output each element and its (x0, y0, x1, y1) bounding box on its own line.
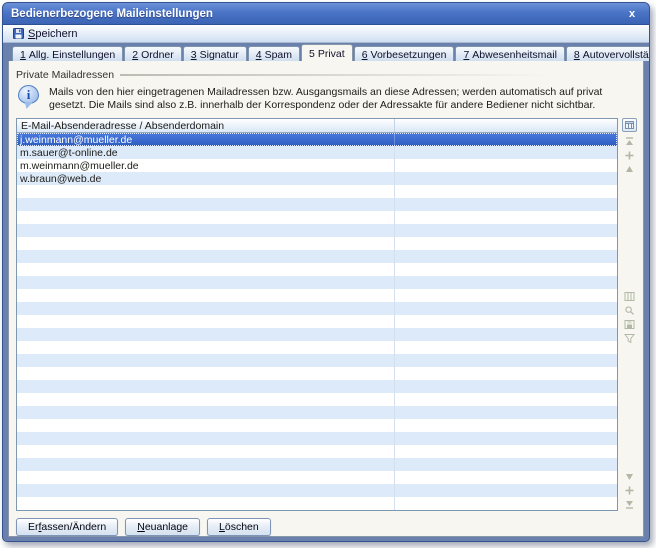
table-row-empty[interactable] (17, 354, 617, 367)
column-options-grid-icon (625, 121, 634, 129)
columns-grid-icon[interactable] (624, 292, 635, 301)
table-row[interactable]: j.weinmann@mueller.de (17, 133, 617, 146)
toolbar: Speichern (3, 25, 649, 43)
tab-signatur[interactable]: 3Signatur (183, 46, 247, 61)
save-button[interactable]: Speichern (9, 27, 82, 41)
group-header: Private Mailadressen (16, 68, 637, 81)
table-header-row[interactable]: E-Mail-Absenderadresse / Absenderdomain (17, 119, 617, 133)
table-row-empty[interactable] (17, 224, 617, 237)
tab-panel-privat: Private Mailadressen i Mails von den hie… (8, 61, 644, 537)
table-row-empty[interactable] (17, 432, 617, 445)
dialog-window: Bedienerbezogene Maileinstellungen x Spe… (2, 2, 650, 542)
table-row-empty[interactable] (17, 458, 617, 471)
info-text: Mails von den hier eingetragenen Mailadr… (49, 85, 602, 112)
table-row-empty[interactable] (17, 328, 617, 341)
group-title: Private Mailadressen (16, 69, 114, 81)
column-header-empty (395, 119, 617, 132)
table-row[interactable]: m.weinmann@mueller.de (17, 159, 617, 172)
table-row-empty[interactable] (17, 289, 617, 302)
erfassen-aendern-button[interactable]: Erfassen/Ändern (16, 518, 118, 536)
table-zone: E-Mail-Absenderadresse / Absenderdomain … (16, 118, 639, 511)
tab-allg-einstellungen[interactable]: 1Allg. Einstellungen (12, 46, 123, 61)
table-row-empty[interactable] (17, 471, 617, 484)
info-line-1: Mails von den hier eingetragenen Mailadr… (49, 86, 602, 99)
table-row-empty[interactable] (17, 198, 617, 211)
tab-autovervollstaendigung[interactable]: 8Autovervollständigung (566, 46, 650, 61)
table-row-empty[interactable] (17, 211, 617, 224)
table-row-empty[interactable] (17, 367, 617, 380)
table-row-empty[interactable] (17, 497, 617, 510)
table-row[interactable]: m.sauer@t-online.de (17, 146, 617, 159)
column-options-button[interactable] (622, 118, 637, 132)
group-divider (120, 74, 550, 76)
table-row-empty[interactable] (17, 185, 617, 198)
tab-abwesenheitsmail[interactable]: 7Abwesenheitsmail (455, 46, 564, 61)
search-icon[interactable] (624, 306, 635, 315)
tab-spam[interactable]: 4Spam (248, 46, 300, 61)
save-list-icon[interactable] (624, 320, 635, 329)
table-row-empty[interactable] (17, 406, 617, 419)
table-row-empty[interactable] (17, 341, 617, 354)
table-row-empty[interactable] (17, 445, 617, 458)
table-row-empty[interactable] (17, 302, 617, 315)
email-table: E-Mail-Absenderadresse / Absenderdomain … (16, 118, 618, 511)
table-row-empty[interactable] (17, 237, 617, 250)
table-row-empty[interactable] (17, 315, 617, 328)
table-row-empty[interactable] (17, 393, 617, 406)
tab-bar: 1Allg. Einstellungen 2Ordner 3Signatur 4… (3, 43, 649, 61)
info-section: i Mails von den hier eingetragenen Maila… (18, 85, 637, 112)
table-row-empty[interactable] (17, 250, 617, 263)
close-icon[interactable]: x (623, 8, 641, 20)
tab-privat[interactable]: 5Privat (301, 44, 353, 61)
save-icon (13, 28, 24, 39)
filter-icon[interactable] (624, 334, 635, 343)
tab-ordner[interactable]: 2Ordner (124, 46, 182, 61)
title-bar: Bedienerbezogene Maileinstellungen x (3, 3, 649, 25)
info-line-2: gesetzt. Die Mails sind also z.B. innerh… (49, 99, 602, 112)
table-row-empty[interactable] (17, 484, 617, 497)
add-row-icon[interactable] (624, 151, 635, 160)
column-header-email[interactable]: E-Mail-Absenderadresse / Absenderdomain (17, 119, 395, 132)
neuanlage-button[interactable]: Neuanlage (125, 518, 200, 536)
action-buttons: Erfassen/Ändern Neuanlage Löschen (16, 518, 637, 536)
window-title: Bedienerbezogene Maileinstellungen (11, 8, 623, 20)
scroll-down-icon[interactable] (624, 472, 635, 481)
table-body: j.weinmann@mueller.de m.sauer@t-online.d… (17, 133, 617, 510)
scroll-up-icon[interactable] (624, 165, 635, 174)
table-row-empty[interactable] (17, 380, 617, 393)
tab-vorbesetzungen[interactable]: 6Vorbesetzungen (354, 46, 455, 61)
table-row-empty[interactable] (17, 263, 617, 276)
loeschen-button[interactable]: Löschen (207, 518, 271, 536)
save-label: Speichern (28, 28, 78, 40)
scroll-to-top-icon[interactable] (624, 137, 635, 146)
table-side-toolbar (618, 118, 638, 511)
info-icon: i (18, 85, 40, 109)
scroll-to-bottom-icon[interactable] (624, 500, 635, 509)
table-row-empty[interactable] (17, 419, 617, 432)
table-row-empty[interactable] (17, 276, 617, 289)
add-row-bottom-icon[interactable] (624, 486, 635, 495)
table-row[interactable]: w.braun@web.de (17, 172, 617, 185)
content-frame: Private Mailadressen i Mails von den hie… (3, 61, 649, 542)
